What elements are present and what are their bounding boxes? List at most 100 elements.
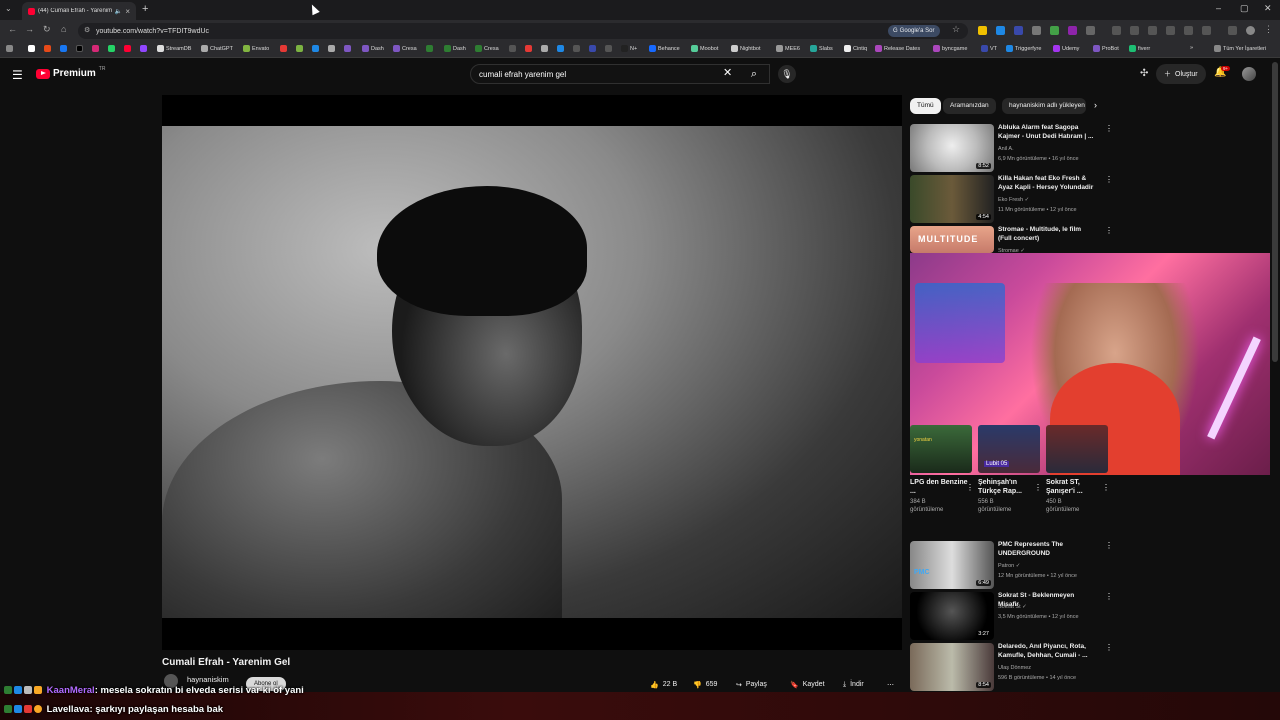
more-icon[interactable]: ⋮ bbox=[1105, 592, 1113, 601]
bookmark-icon[interactable] bbox=[296, 45, 303, 52]
chip-uploader[interactable]: haynaniskim adlı yükleyen bbox=[1002, 98, 1086, 114]
url-bar[interactable]: ⚙ youtube.com/watch?v=TFDIT9wdUc bbox=[78, 23, 968, 39]
chip-from-search[interactable]: Aramanızdan bbox=[943, 98, 996, 114]
bookmark-streamdb[interactable]: StreamDB bbox=[157, 45, 191, 52]
recommendation-item[interactable]: 4:54 Killa Hakan feat Eko Fresh & Ayaz K… bbox=[910, 175, 1113, 223]
bookmark-cintiq[interactable]: Cintiq bbox=[844, 45, 867, 52]
bookmark-behance[interactable]: Behance bbox=[649, 45, 680, 52]
video-player[interactable] bbox=[162, 95, 902, 650]
short-thumbnail[interactable]: Lubit 05 bbox=[978, 425, 1040, 473]
bookmark-cresa[interactable]: Cresa bbox=[393, 45, 417, 52]
mic-icon[interactable]: 🎙 bbox=[778, 65, 796, 83]
star-icon[interactable]: ☆ bbox=[952, 24, 960, 35]
profile-icon[interactable] bbox=[1246, 26, 1255, 35]
extension-icon[interactable] bbox=[1014, 26, 1023, 35]
recommendation-item[interactable]: 3:27 Sokrat St - Beklenmeyen Misafir Sok… bbox=[910, 592, 1113, 640]
search-icon[interactable]: ⌕ bbox=[740, 64, 768, 84]
short-item[interactable]: LPG den Benzine ... 384 B görüntüleme ⋮ bbox=[910, 478, 974, 514]
page-scrollbar[interactable] bbox=[1272, 62, 1278, 362]
bookmark-chatgpt[interactable]: ChatGPT bbox=[201, 45, 233, 52]
menu-icon[interactable]: ☰ bbox=[12, 68, 23, 82]
extension-icon[interactable]: ✣ bbox=[1140, 68, 1148, 79]
x-icon[interactable] bbox=[76, 45, 83, 52]
facebook-icon[interactable] bbox=[60, 45, 67, 52]
youtube-logo[interactable]: Premium TR bbox=[36, 66, 105, 79]
bookmark-icon[interactable] bbox=[525, 45, 532, 52]
short-item[interactable]: Sokrat ST, Şanışer'i ... 450 B görüntülem… bbox=[1046, 478, 1110, 514]
more-actions-button[interactable]: ⋯ bbox=[887, 676, 894, 693]
google-ask-button[interactable]: G Google'a Sor bbox=[888, 25, 940, 37]
bookmark-dash[interactable]: Dash bbox=[362, 45, 384, 52]
bookmark-mee6[interactable]: MEE6 bbox=[776, 45, 800, 52]
bookmark-icon[interactable] bbox=[312, 45, 319, 52]
like-button[interactable]: 👍 22 B bbox=[650, 676, 677, 693]
more-icon[interactable]: ⋮ bbox=[966, 483, 974, 492]
bookmark-byncgame[interactable]: byncgame bbox=[933, 45, 967, 52]
all-bookmarks[interactable]: Tüm Yer İşaretleri bbox=[1214, 45, 1266, 52]
bookmark-cresa-2[interactable]: Cresa bbox=[475, 45, 499, 52]
new-tab-icon[interactable]: + bbox=[142, 3, 148, 15]
sidebar-icon[interactable] bbox=[1228, 26, 1237, 35]
bookmark-moobot[interactable]: Moobot bbox=[691, 45, 718, 52]
share-button[interactable]: ↪ Paylaş bbox=[736, 676, 767, 693]
create-button[interactable]: ＋ Oluştur bbox=[1156, 64, 1206, 84]
extension-icon[interactable] bbox=[1184, 26, 1193, 35]
dislike-button[interactable]: 👎 659 bbox=[693, 676, 717, 693]
apps-icon[interactable] bbox=[6, 45, 13, 52]
more-icon[interactable]: ⋮ bbox=[1034, 483, 1042, 492]
short-item[interactable]: Şehinşah'ın Türkçe Rap... 556 B görüntüle… bbox=[978, 478, 1042, 514]
bookmarks-overflow-icon[interactable]: » bbox=[1190, 45, 1193, 51]
close-window-icon[interactable]: ✕ bbox=[1264, 3, 1272, 14]
home-icon[interactable]: ⌂ bbox=[61, 24, 66, 34]
extension-icon[interactable] bbox=[1068, 26, 1077, 35]
bookmark-nightbot[interactable]: Nightbot bbox=[731, 45, 761, 52]
tab-list-icon[interactable]: ⌄ bbox=[5, 4, 12, 13]
twitch-icon[interactable] bbox=[140, 45, 147, 52]
bookmark-probot[interactable]: ProBot bbox=[1093, 45, 1119, 52]
more-icon[interactable]: ⋮ bbox=[1105, 541, 1113, 550]
bookmark-icon[interactable] bbox=[28, 45, 35, 52]
bookmark-icon[interactable] bbox=[509, 45, 516, 52]
chip-all[interactable]: Tümü bbox=[910, 98, 941, 114]
bookmark-vt[interactable]: VT bbox=[981, 45, 997, 52]
bookmark-icon[interactable] bbox=[328, 45, 335, 52]
bookmark-icon[interactable] bbox=[605, 45, 612, 52]
site-info-icon[interactable]: ⚙ bbox=[84, 26, 90, 34]
extension-icon[interactable] bbox=[1050, 26, 1059, 35]
download-button[interactable]: ⤓ İndir bbox=[843, 676, 864, 693]
youtube-icon[interactable] bbox=[124, 45, 131, 52]
minimize-icon[interactable]: – bbox=[1216, 3, 1221, 13]
avatar[interactable] bbox=[1242, 67, 1256, 81]
extension-icon[interactable] bbox=[1130, 26, 1139, 35]
bookmark-fiverr[interactable]: fiverr bbox=[1129, 45, 1150, 52]
bookmark-dash-2[interactable]: Dash bbox=[444, 45, 466, 52]
bookmark-icon[interactable] bbox=[541, 45, 548, 52]
extension-icon[interactable] bbox=[1202, 26, 1211, 35]
save-button[interactable]: 🔖 Kaydet bbox=[790, 676, 825, 693]
bookmark-triggerfyre[interactable]: Triggerfyre bbox=[1006, 45, 1041, 52]
instagram-icon[interactable] bbox=[92, 45, 99, 52]
bookmark-envato[interactable]: Envato bbox=[243, 45, 269, 52]
download-icon[interactable] bbox=[1148, 26, 1157, 35]
more-icon[interactable]: ⋮ bbox=[1105, 643, 1113, 652]
clear-search-icon[interactable]: ✕ bbox=[723, 66, 732, 79]
bookmark-icon[interactable] bbox=[44, 45, 51, 52]
close-tab-icon[interactable]: × bbox=[125, 7, 130, 16]
bookmark-icon[interactable] bbox=[344, 45, 351, 52]
reload-icon[interactable]: ↻ bbox=[43, 24, 51, 35]
bookmark-icon[interactable] bbox=[280, 45, 287, 52]
history-icon[interactable] bbox=[1166, 26, 1175, 35]
channel-name[interactable]: haynaniskim bbox=[187, 675, 229, 684]
browser-tab[interactable]: (44) Cumali Efrah - Yarenim 🔈 × bbox=[22, 2, 136, 20]
chevron-right-icon[interactable]: › bbox=[1094, 100, 1097, 110]
more-icon[interactable]: ⋮ bbox=[1105, 124, 1113, 133]
extension-icon[interactable] bbox=[1112, 26, 1121, 35]
recommendation-item[interactable]: PMC 6:49 PMC Represents The UNDERGROUND P… bbox=[910, 541, 1113, 589]
bookmark-icon[interactable] bbox=[589, 45, 596, 52]
recommendation-item[interactable]: 8:52 Abluka Alarm feat Sagopa Kajmer - U… bbox=[910, 124, 1113, 172]
bookmark-nplus[interactable]: N+ bbox=[621, 45, 637, 52]
bookmark-icon[interactable] bbox=[557, 45, 564, 52]
browser-menu-icon[interactable]: ⋮ bbox=[1264, 24, 1273, 35]
bookmark-release-dates[interactable]: Release Dates bbox=[875, 45, 920, 52]
whatsapp-icon[interactable] bbox=[108, 45, 115, 52]
